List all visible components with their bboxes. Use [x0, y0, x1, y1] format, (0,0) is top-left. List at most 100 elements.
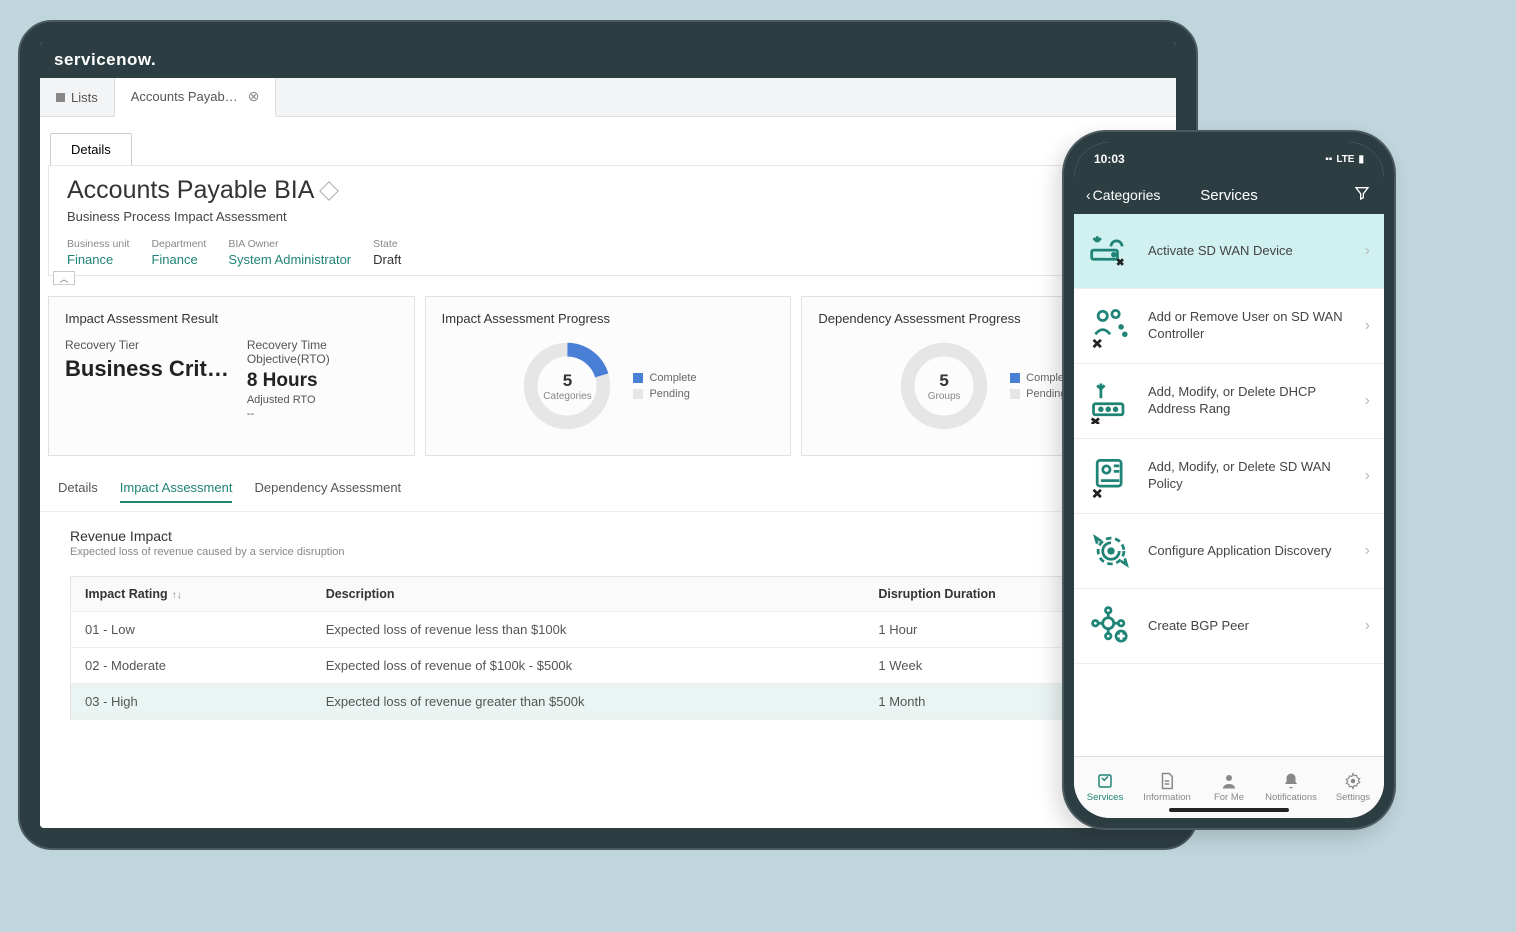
page-subtitle: Business Process Impact Assessment	[67, 209, 1149, 224]
donut-unit: Categories	[543, 391, 591, 402]
back-button[interactable]: ‹ Categories	[1086, 187, 1160, 203]
adjusted-rto-label: Adjusted RTO	[247, 394, 398, 406]
home-indicator	[1169, 808, 1289, 812]
card-title: Impact Assessment Result	[65, 311, 398, 326]
col-description[interactable]: Description	[312, 577, 865, 612]
tag-icon[interactable]	[319, 181, 339, 201]
service-icon	[1088, 228, 1134, 274]
meta-value-link[interactable]: Finance	[151, 252, 206, 267]
list-item[interactable]: Activate SD WAN Device ›	[1074, 214, 1384, 289]
page-title-text: Accounts Payable BIA	[67, 176, 314, 205]
chevron-right-icon: ›	[1365, 542, 1370, 560]
nav-title: Services	[1200, 187, 1258, 204]
brand-logo: servicenow.	[54, 50, 156, 70]
tab-details[interactable]: Details	[50, 133, 132, 165]
summary-cards: Impact Assessment Result Recovery Tier B…	[40, 276, 1176, 466]
status-time: 10:03	[1094, 152, 1125, 166]
table-row[interactable]: 01 - Low Expected loss of revenue less t…	[71, 612, 1146, 648]
meta-value-link[interactable]: System Administrator	[228, 252, 351, 267]
legend-swatch-complete	[1010, 373, 1020, 383]
list-item-label: Add, Modify, or Delete SD WAN Policy	[1148, 459, 1351, 493]
nav-bar: ‹ Categories Services	[1074, 176, 1384, 214]
collapse-toggle[interactable]: ︿	[53, 271, 75, 285]
recovery-tier-value: Business Crit…	[65, 356, 229, 382]
tablet-screen: servicenow. Lists Accounts Payab… ⊗ Deta…	[40, 42, 1176, 828]
chevron-left-icon: ‹	[1086, 187, 1091, 203]
col-impact-rating[interactable]: Impact Rating↑↓	[71, 577, 312, 612]
revenue-impact-table: Impact Rating↑↓ Description Disruption D…	[70, 576, 1146, 720]
meta-value: Draft	[373, 252, 401, 267]
list-icon	[56, 93, 65, 102]
section-subtitle: Expected loss of revenue caused by a ser…	[70, 546, 345, 558]
status-indicators: ▪▪ LTE ▮	[1325, 154, 1364, 165]
chevron-right-icon: ›	[1365, 467, 1370, 485]
filter-icon[interactable]	[1354, 185, 1370, 206]
meta-value-link[interactable]: Finance	[67, 252, 129, 267]
status-bar: 10:03 ▪▪ LTE ▮	[1074, 142, 1384, 176]
adjusted-rto-value: --	[247, 408, 398, 420]
cell-desc: Expected loss of revenue of $100k - $500…	[312, 648, 865, 684]
chevron-right-icon: ›	[1365, 392, 1370, 410]
record-tabs: Details	[40, 117, 1176, 165]
sort-icon: ↑↓	[172, 590, 182, 601]
list-item-label: Activate SD WAN Device	[1148, 243, 1351, 260]
nav-services[interactable]: Services	[1074, 757, 1136, 818]
donut-unit: Groups	[928, 391, 961, 402]
section-title: Revenue Impact	[70, 528, 345, 544]
card-impact-result: Impact Assessment Result Recovery Tier B…	[48, 296, 415, 456]
table-row[interactable]: 03 - High Expected loss of revenue great…	[71, 684, 1146, 720]
chevron-right-icon: ›	[1365, 317, 1370, 335]
service-icon	[1088, 303, 1134, 349]
donut-chart-dependency: 5 Groups	[896, 338, 992, 434]
legend-label: Complete	[649, 372, 696, 384]
nav-label: For Me	[1214, 792, 1244, 803]
donut-chart-progress: 5 Categories	[519, 338, 615, 434]
recovery-tier-label: Recovery Tier	[65, 338, 229, 352]
chevron-right-icon: ›	[1365, 617, 1370, 635]
tab-impact-assessment[interactable]: Impact Assessment	[120, 474, 233, 503]
back-label: Categories	[1093, 187, 1161, 203]
workspace-tabs: Lists Accounts Payab… ⊗	[40, 78, 1176, 117]
list-item[interactable]: Configure Application Discovery ›	[1074, 514, 1384, 589]
table-row[interactable]: 02 - Moderate Expected loss of revenue o…	[71, 648, 1146, 684]
meta-label: Department	[151, 238, 206, 250]
card-impact-progress: Impact Assessment Progress 5 Categories	[425, 296, 792, 456]
section-tabs: Details Impact Assessment Dependency Ass…	[40, 466, 1176, 512]
list-item-label: Add or Remove User on SD WAN Controller	[1148, 309, 1351, 343]
cell-rating: 02 - Moderate	[71, 648, 312, 684]
page-title: Accounts Payable BIA	[67, 176, 1149, 205]
phone-screen: 10:03 ▪▪ LTE ▮ ‹ Categories Services Act…	[1074, 142, 1384, 818]
app-header: servicenow.	[40, 42, 1176, 78]
legend-label: Pending	[1026, 388, 1066, 400]
legend-swatch-complete	[633, 373, 643, 383]
list-item[interactable]: Add, Modify, or Delete DHCP Address Rang…	[1074, 364, 1384, 439]
legend-label: Pending	[649, 388, 689, 400]
donut-count: 5	[563, 371, 572, 391]
service-icon	[1088, 453, 1134, 499]
meta-label: State	[373, 238, 401, 250]
list-item-label: Add, Modify, or Delete DHCP Address Rang	[1148, 384, 1351, 418]
tablet-frame: servicenow. Lists Accounts Payab… ⊗ Deta…	[18, 20, 1198, 850]
list-item[interactable]: Add, Modify, or Delete SD WAN Policy ›	[1074, 439, 1384, 514]
tab-lists[interactable]: Lists	[40, 78, 115, 116]
nav-label: Settings	[1336, 792, 1370, 803]
meta-label: Business unit	[67, 238, 129, 250]
nav-label: Information	[1143, 792, 1191, 803]
content-area: Details Accounts Payable BIA Business Pr…	[40, 117, 1176, 828]
cell-rating: 01 - Low	[71, 612, 312, 648]
tab-details-section[interactable]: Details	[58, 474, 98, 503]
meta-business-unit: Business unit Finance	[67, 238, 129, 267]
list-item[interactable]: Add or Remove User on SD WAN Controller …	[1074, 289, 1384, 364]
close-icon[interactable]: ⊗	[248, 88, 260, 105]
meta-state: State Draft	[373, 238, 401, 267]
list-item[interactable]: Create BGP Peer ›	[1074, 589, 1384, 664]
tab-accounts-payable[interactable]: Accounts Payab… ⊗	[115, 78, 277, 117]
service-icon	[1088, 378, 1134, 424]
nav-settings[interactable]: Settings	[1322, 757, 1384, 818]
tab-label: Lists	[71, 90, 98, 105]
list-item-label: Create BGP Peer	[1148, 618, 1351, 635]
service-icon	[1088, 603, 1134, 649]
services-list[interactable]: Activate SD WAN Device › Add or Remove U…	[1074, 214, 1384, 756]
cell-desc: Expected loss of revenue less than $100k	[312, 612, 865, 648]
tab-dependency-assessment[interactable]: Dependency Assessment	[254, 474, 401, 503]
